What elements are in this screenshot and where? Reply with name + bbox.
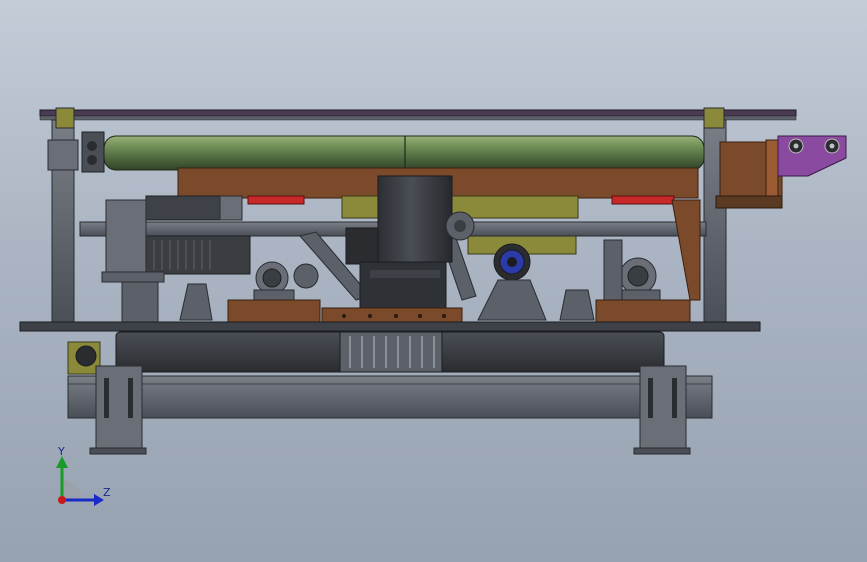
bearing-block-left[interactable] xyxy=(253,261,319,305)
frame-upright-right[interactable] xyxy=(703,107,727,327)
top-rod[interactable] xyxy=(39,109,797,121)
idler-wheel-center[interactable] xyxy=(445,211,475,241)
blue-drive-wheel[interactable] xyxy=(493,243,531,281)
purple-bracket[interactable] xyxy=(777,135,847,177)
base-plate[interactable] xyxy=(19,321,761,332)
cad-model-canvas[interactable]: Y Z xyxy=(0,0,867,562)
y-axis-label: Y xyxy=(57,445,65,458)
yellow-mount[interactable] xyxy=(67,341,101,375)
motor-assembly[interactable] xyxy=(101,195,251,283)
x-axis-icon xyxy=(58,496,66,504)
leg-bracket-left[interactable] xyxy=(89,365,147,455)
z-axis-label: Z xyxy=(103,486,111,499)
green-cylinder[interactable] xyxy=(81,131,705,173)
bottom-base-beam[interactable] xyxy=(67,375,713,419)
frame-upright-left[interactable] xyxy=(47,107,79,327)
slewing-ring[interactable] xyxy=(115,331,665,373)
cad-viewport[interactable]: Y Z xyxy=(0,0,867,562)
leg-bracket-right[interactable] xyxy=(633,365,691,455)
bearing-block-right[interactable] xyxy=(603,199,701,305)
